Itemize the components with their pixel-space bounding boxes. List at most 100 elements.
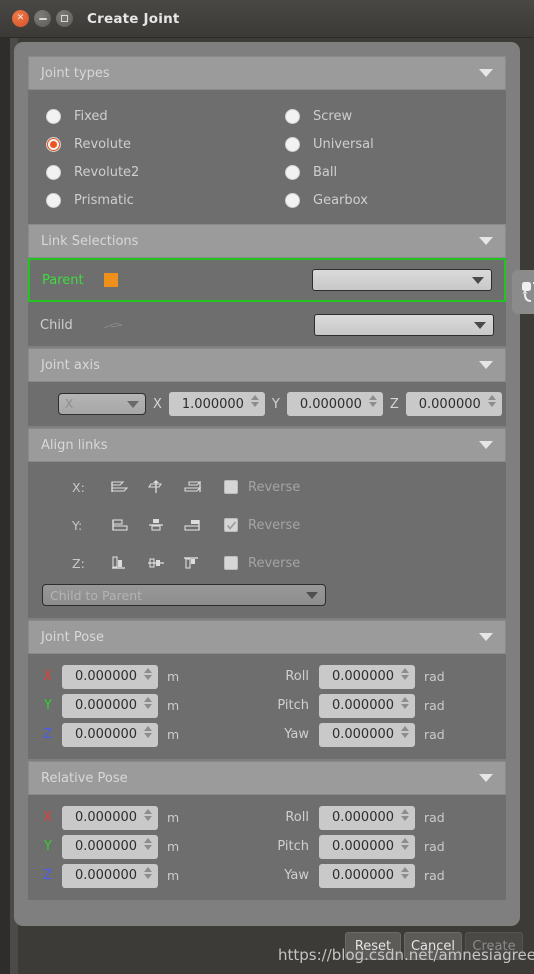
align-y-center-button[interactable] [138,517,174,533]
spinner-arrows[interactable] [144,725,152,738]
section-header-joint-pose[interactable]: Joint Pose [28,620,506,654]
joint-pose-y-spinbox[interactable]: 0.000000 [62,693,158,718]
radio-icon[interactable] [285,164,300,180]
spinner-down-icon[interactable] [144,815,152,821]
align-y-max-button[interactable] [174,517,210,533]
align-y-min-button[interactable] [102,517,138,533]
radio-icon[interactable] [285,136,300,152]
spinner-arrows[interactable] [487,395,496,407]
joint-pose-pitch-spinbox[interactable]: 0.000000 [319,693,415,718]
radio-option-revolute2[interactable]: Revolute2 [28,158,267,186]
spinner-down-icon[interactable] [144,703,152,709]
axis-z-spinbox[interactable]: 0.000000 [405,392,502,416]
spinner-arrows[interactable] [401,667,409,680]
align-direction-select[interactable]: Child to Parent [42,584,326,606]
spinner-down-icon[interactable] [401,703,409,709]
joint-pose-z-spinbox[interactable]: 0.000000 [62,722,158,747]
spinner-up-icon[interactable] [144,667,152,673]
spinner-up-icon[interactable] [401,837,409,843]
radio-icon-selected[interactable] [46,136,61,152]
spinner-arrows[interactable] [144,837,152,850]
spinner-down-icon[interactable] [144,732,152,738]
align-z-max-button[interactable] [174,555,210,571]
spinner-down-icon[interactable] [401,815,409,821]
radio-option-universal[interactable]: Universal [267,130,506,158]
child-link-select[interactable] [314,314,494,336]
spinner-down-icon[interactable] [144,674,152,680]
swap-links-button[interactable] [512,270,534,314]
spinner-arrows[interactable] [401,866,409,879]
spinner-up-icon[interactable] [144,808,152,814]
joint-pose-x-spinbox[interactable]: 0.000000 [62,664,158,689]
relative-pose-x-spinbox[interactable]: 0.000000 [62,805,158,830]
reverse-checkbox-z[interactable] [224,556,238,570]
radio-icon[interactable] [285,192,300,208]
child-link-row[interactable]: Child [28,304,506,346]
reverse-checkbox-y[interactable] [224,518,238,532]
section-header-align-links[interactable]: Align links [28,428,506,462]
spinner-up-icon[interactable] [368,395,377,400]
align-x-min-button[interactable] [102,479,138,495]
section-header-joint-types[interactable]: Joint types [28,56,506,90]
radio-option-ball[interactable]: Ball [267,158,506,186]
parent-link-select[interactable] [312,269,492,291]
radio-icon[interactable] [46,108,61,124]
align-z-center-button[interactable] [138,555,174,571]
axis-x-spinbox[interactable]: 1.000000 [168,392,265,416]
relative-pose-yaw-spinbox[interactable]: 0.000000 [319,863,415,888]
maximize-icon[interactable] [56,10,73,27]
relative-pose-z-spinbox[interactable]: 0.000000 [62,863,158,888]
spinner-up-icon[interactable] [401,866,409,872]
spinner-down-icon[interactable] [144,844,152,850]
section-header-relative-pose[interactable]: Relative Pose [28,761,506,795]
spinner-up-icon[interactable] [487,395,496,400]
close-icon[interactable]: ✕ [12,10,29,27]
radio-option-prismatic[interactable]: Prismatic [28,186,267,214]
radio-icon[interactable] [46,164,61,180]
spinner-up-icon[interactable] [401,696,409,702]
spinner-down-icon[interactable] [401,873,409,879]
spinner-up-icon[interactable] [144,866,152,872]
align-z-min-button[interactable] [102,555,138,571]
radio-option-gearbox[interactable]: Gearbox [267,186,506,214]
spinner-arrows[interactable] [144,866,152,879]
spinner-up-icon[interactable] [401,725,409,731]
minimize-icon[interactable] [34,10,51,27]
spinner-arrows[interactable] [368,395,377,407]
joint-pose-yaw-spinbox[interactable]: 0.000000 [319,722,415,747]
parent-link-row[interactable]: Parent [28,258,506,302]
spinner-up-icon[interactable] [144,725,152,731]
joint-pose-roll-spinbox[interactable]: 0.000000 [319,664,415,689]
section-header-link-selections[interactable]: Link Selections [28,224,506,258]
spinner-arrows[interactable] [401,808,409,821]
relative-pose-y-spinbox[interactable]: 0.000000 [62,834,158,859]
radio-icon[interactable] [285,108,300,124]
spinner-arrows[interactable] [401,696,409,709]
radio-option-fixed[interactable]: Fixed [28,102,267,130]
radio-icon[interactable] [46,192,61,208]
spinner-arrows[interactable] [144,667,152,680]
spinner-down-icon[interactable] [368,402,377,407]
spinner-down-icon[interactable] [144,873,152,879]
spinner-down-icon[interactable] [401,674,409,680]
axis-y-spinbox[interactable]: 0.000000 [286,392,383,416]
spinner-arrows[interactable] [144,808,152,821]
align-x-max-button[interactable] [174,479,210,495]
spinner-up-icon[interactable] [250,395,259,400]
section-header-joint-axis[interactable]: Joint axis [28,348,506,382]
align-x-center-button[interactable] [138,479,174,495]
spinner-arrows[interactable] [401,725,409,738]
spinner-arrows[interactable] [144,696,152,709]
spinner-down-icon[interactable] [487,402,496,407]
relative-pose-roll-spinbox[interactable]: 0.000000 [319,805,415,830]
spinner-up-icon[interactable] [401,808,409,814]
spinner-arrows[interactable] [401,837,409,850]
spinner-up-icon[interactable] [401,667,409,673]
radio-option-revolute[interactable]: Revolute [28,130,267,158]
spinner-up-icon[interactable] [144,696,152,702]
spinner-down-icon[interactable] [401,844,409,850]
spinner-up-icon[interactable] [144,837,152,843]
axis-preset-select[interactable]: X [58,393,146,415]
spinner-down-icon[interactable] [250,402,259,407]
radio-option-screw[interactable]: Screw [267,102,506,130]
